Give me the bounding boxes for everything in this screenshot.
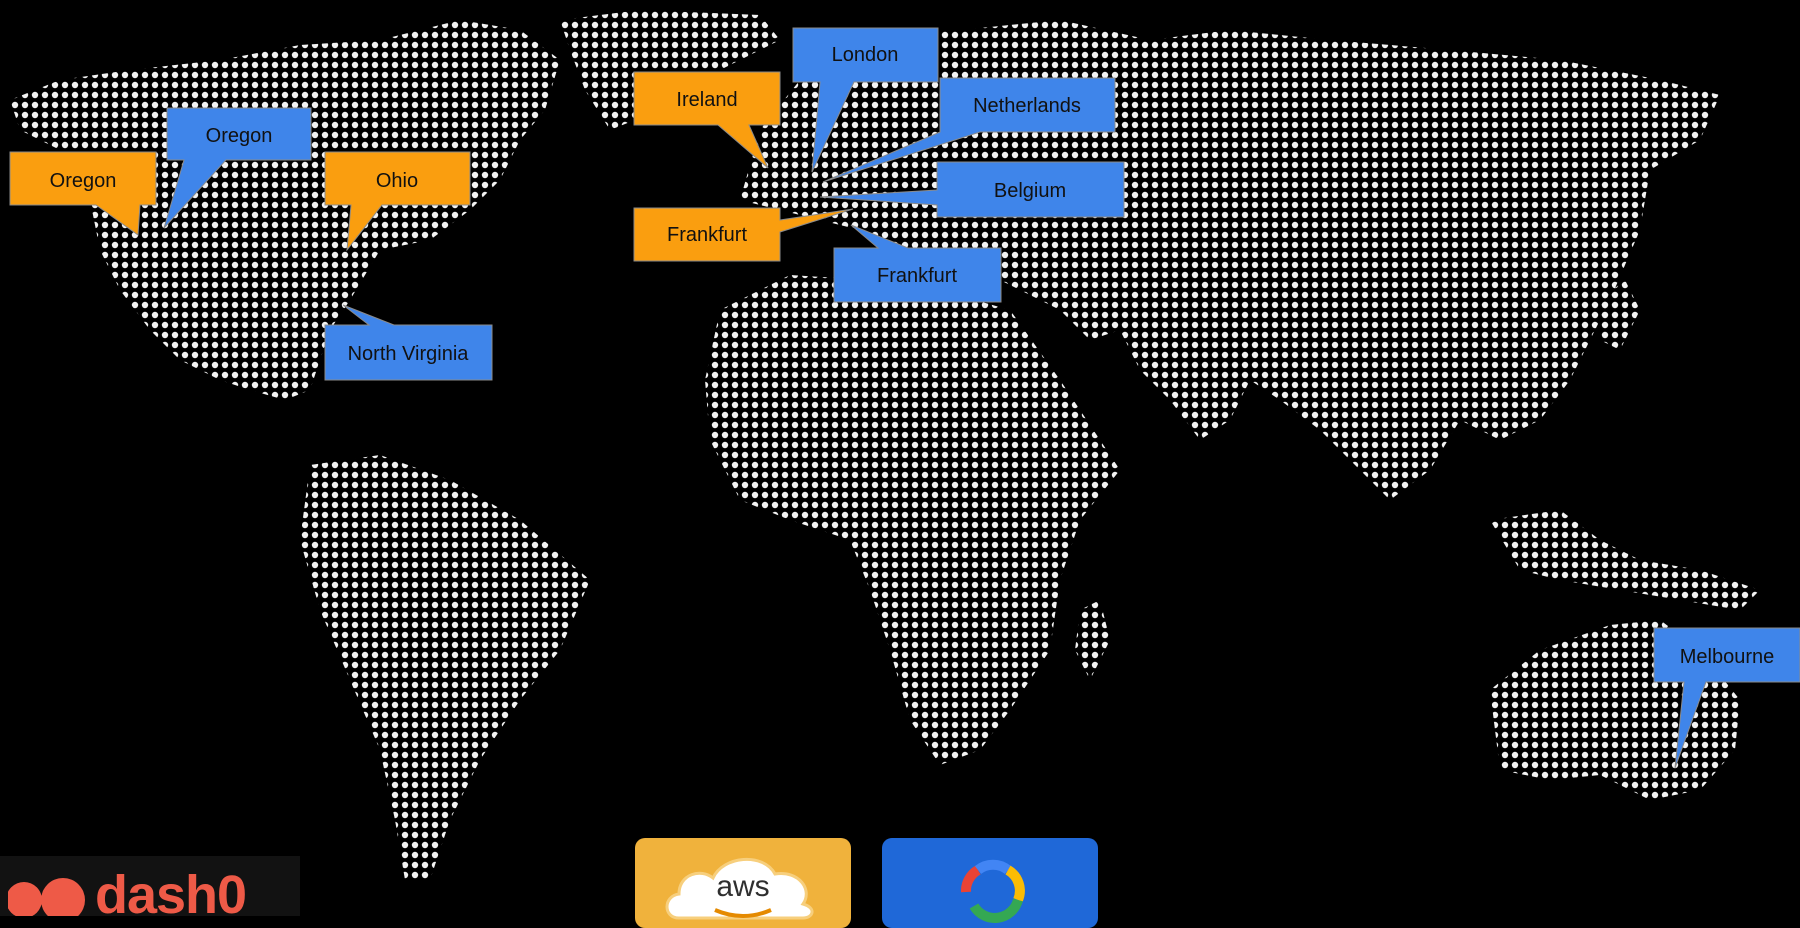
- callout-gcp-north-virginia-label: North Virginia: [348, 343, 470, 365]
- callout-aws-ohio-label: Ohio: [376, 170, 418, 192]
- callout-gcp-netherlands-label: Netherlands: [973, 95, 1081, 117]
- callout-gcp-frankfurt-label: Frankfurt: [877, 265, 957, 287]
- callout-gcp-london-label: London: [832, 44, 899, 66]
- callout-gcp-oregon-label: Oregon: [206, 125, 273, 147]
- aws-label: aws: [716, 870, 769, 903]
- callout-aws-ireland-label: Ireland: [676, 89, 737, 111]
- callout-aws-oregon: Oregon: [9, 151, 157, 236]
- madagascar-land: [1075, 600, 1110, 680]
- callout-aws-ireland-shape: [633, 71, 781, 169]
- callout-aws-frankfurt: Frankfurt: [633, 207, 854, 262]
- google-cloud-provider-card: [882, 838, 1098, 928]
- callout-aws-ireland: Ireland: [633, 71, 781, 169]
- southeast-asia-islands: [1490, 510, 1760, 610]
- callout-gcp-belgium-label: Belgium: [994, 180, 1066, 202]
- world-map: Oregon Oregon Ohio North Virginia Irelan…: [9, 10, 1800, 880]
- dash0-logo-text: dash0: [95, 865, 247, 925]
- callout-gcp-north-virginia: North Virginia: [324, 304, 493, 381]
- africa-land: [705, 275, 1120, 765]
- aws-provider-card: aws: [635, 838, 851, 928]
- callout-gcp-melbourne-label: Melbourne: [1680, 646, 1775, 668]
- callout-aws-oregon-label: Oregon: [50, 170, 117, 192]
- dash0-logo-icon: [8, 878, 85, 916]
- south-america-land: [300, 455, 590, 880]
- callout-aws-frankfurt-label: Frankfurt: [667, 224, 747, 246]
- aws-icon: aws: [665, 858, 814, 920]
- callout-aws-oregon-shape: [9, 151, 157, 236]
- google-cloud-icon: [961, 859, 1025, 923]
